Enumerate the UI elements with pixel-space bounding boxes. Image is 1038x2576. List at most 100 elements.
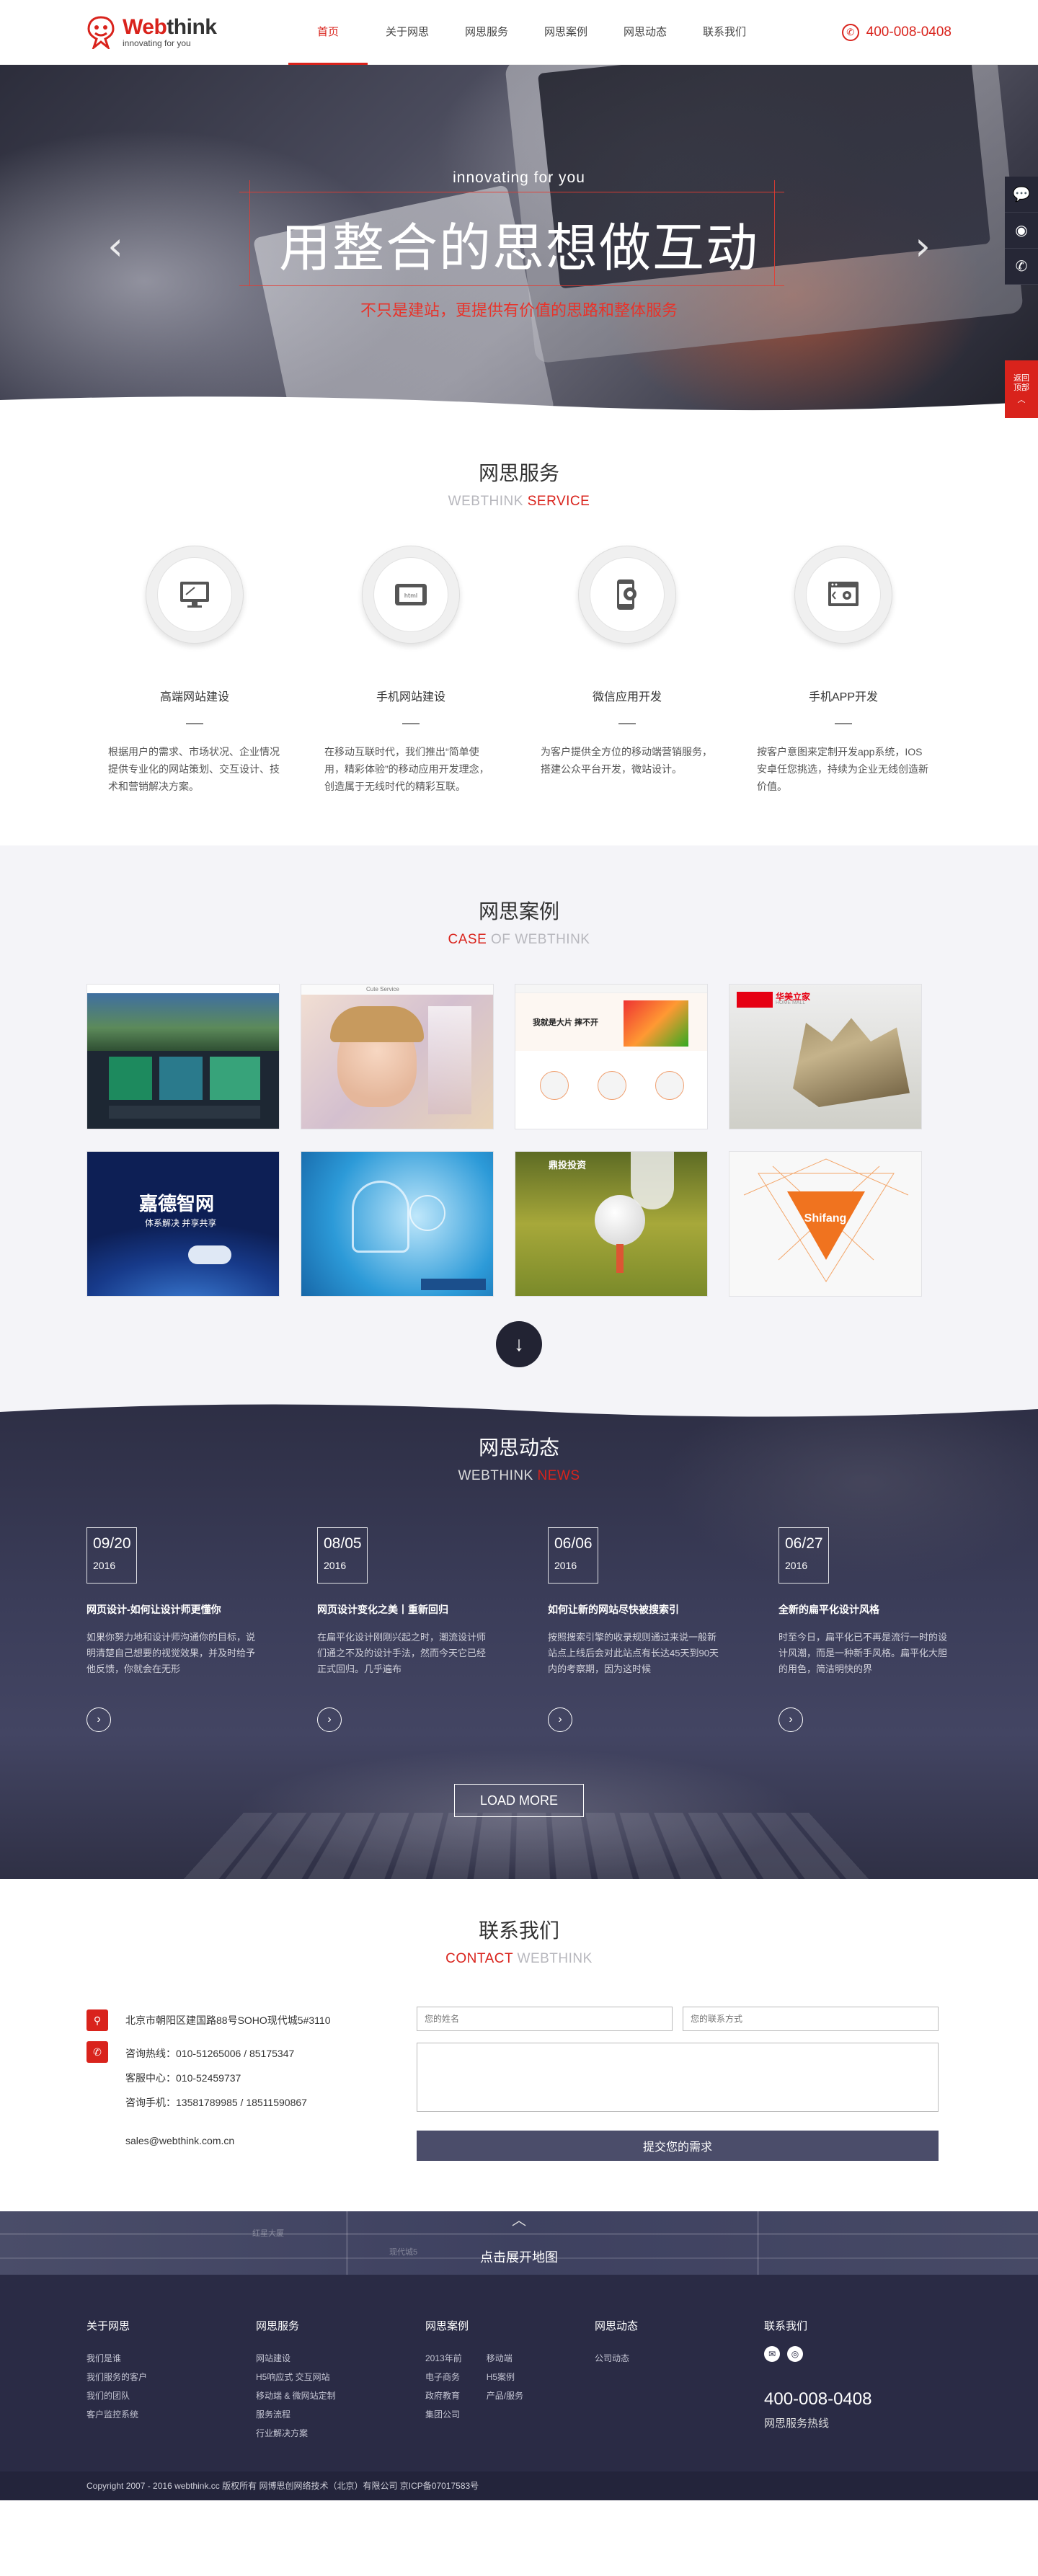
- service-item[interactable]: 微信应用开发 为客户提供全方位的移动端营销服务，搭建公众平台开发，微站设计。: [541, 546, 714, 795]
- footer-link[interactable]: 集团公司: [425, 2405, 462, 2424]
- map-strip[interactable]: 红星大厦 现代城5 ︿ 点击展开地图: [0, 2211, 1038, 2275]
- news-item[interactable]: 06/06 2016 如何让新的网站尽快被搜索引 按照搜索引擎的收录规则通过来说一…: [548, 1527, 721, 1732]
- phone-icon: ✆: [841, 24, 859, 41]
- service-item[interactable]: 高端网站建设 根据用户的需求、市场状况、企业情况提供专业化的网站策划、交互设计、…: [108, 546, 281, 795]
- footer-link[interactable]: 2013年前: [425, 2349, 462, 2368]
- case-thumbnail[interactable]: [86, 984, 280, 1129]
- news-item[interactable]: 09/20 2016 网页设计-如何让设计师更懂你 如果你努力地和设计师沟通你的目…: [86, 1527, 260, 1732]
- logo[interactable]: Webthink innovating for you: [86, 16, 288, 51]
- news-headline[interactable]: 全新的扁平化设计风格: [778, 1602, 952, 1617]
- footer-col-cases: 网思案例 2013年前 电子商务 政府教育 集团公司 移动端 H5案例 产品/服…: [425, 2318, 595, 2443]
- case-thumbnail[interactable]: [301, 1151, 494, 1297]
- news-item[interactable]: 08/05 2016 网页设计变化之美丨重新回归 在扁平化设计刚刚兴起之时，潮流设…: [317, 1527, 490, 1732]
- footer-col-news: 网思动态 公司动态: [595, 2318, 764, 2443]
- service-name: 微信应用开发: [592, 691, 662, 703]
- requirement-textarea[interactable]: [417, 2043, 939, 2112]
- back-to-top-button[interactable]: 返回顶部 ︿: [1005, 360, 1038, 418]
- news-summary: 在扁平化设计刚刚兴起之时，潮流设计师们通之不及的设计手法，然而今天它已经正式回归…: [317, 1632, 487, 1674]
- contact-method-input[interactable]: [683, 2007, 939, 2031]
- service-desc: 按客户意图来定制开发app系统，IOS 安卓任您挑选，持续为企业无线创造新价值。: [757, 746, 928, 792]
- nav-about[interactable]: 关于网思: [368, 0, 447, 65]
- news-arrow-icon[interactable]: ›: [548, 1707, 572, 1732]
- nav-cases[interactable]: 网思案例: [526, 0, 606, 65]
- news-headline[interactable]: 网页设计-如何让设计师更懂你: [86, 1602, 260, 1617]
- footer-col-contact: 联系我们 ✉ ◎ 400-008-0408 网思服务热线: [764, 2318, 933, 2443]
- wechat-icon[interactable]: ✉: [764, 2346, 780, 2362]
- case-thumbnail[interactable]: 嘉德智网 体系解决 并享共享: [86, 1151, 280, 1297]
- news-arrow-icon[interactable]: ›: [86, 1707, 111, 1732]
- weibo-icon[interactable]: ◎: [787, 2346, 803, 2362]
- case-thumbnail[interactable]: Shifang: [729, 1151, 922, 1297]
- online-chat-icon[interactable]: 💬: [1005, 177, 1038, 213]
- location-pin-icon: ⚲: [86, 2009, 108, 2031]
- submit-button[interactable]: 提交您的需求: [417, 2131, 939, 2161]
- news-item[interactable]: 06/27 2016 全新的扁平化设计风格 时至今日，扁平化已不再是流行一时的设计…: [778, 1527, 952, 1732]
- side-phone-icon[interactable]: ✆: [1005, 249, 1038, 285]
- footer-link[interactable]: 电子商务: [425, 2368, 462, 2386]
- case-thumbnail[interactable]: 我就是大片 摔不开: [515, 984, 708, 1129]
- services-section: 网思服务 WEBTHINK SERVICE 高端网站建设 根据用户的需求、市场状…: [0, 422, 1038, 845]
- nav-contact[interactable]: 联系我们: [685, 0, 764, 65]
- case-thumbnail[interactable]: 鼎投投资: [515, 1151, 708, 1297]
- service-item[interactable]: 手机APP开发 按客户意图来定制开发app系统，IOS 安卓任您挑选，持续为企业…: [757, 546, 930, 795]
- news-arrow-icon[interactable]: ›: [778, 1707, 803, 1732]
- contact-phone-line: 咨询手机：13581789985 / 18511590867: [125, 2097, 307, 2108]
- news-summary: 时至今日，扁平化已不再是流行一时的设计风潮，而是一种新手风格。扁平化大胆的用色，…: [778, 1632, 948, 1674]
- footer-link[interactable]: H5案例: [487, 2368, 523, 2386]
- footer-link[interactable]: 我们是谁: [86, 2349, 147, 2368]
- case-label: 体系解决 并享共享: [145, 1218, 217, 1228]
- footer-col-about: 关于网思 我们是谁 我们服务的客户 我们的团队 客户监控系统: [86, 2318, 256, 2443]
- case-label: 我就是大片 摔不开: [533, 1018, 599, 1027]
- hero-prev-arrow-icon[interactable]: ‹: [101, 225, 130, 268]
- news-arrow-icon[interactable]: ›: [317, 1707, 342, 1732]
- contact-email[interactable]: sales@webthink.com.cn: [125, 2135, 404, 2146]
- nav-service[interactable]: 网思服务: [447, 0, 526, 65]
- service-desc: 根据用户的需求、市场状况、企业情况提供专业化的网站策划、交互设计、技术和营销解决…: [108, 746, 280, 792]
- contact-subtitle: CONTACT WEBTHINK: [445, 1951, 593, 1966]
- case-label: Cute Service: [366, 986, 399, 992]
- contact-phone-line: 咨询热线：010-51265006 / 85175347: [125, 2048, 295, 2059]
- case-label: HOME MALL: [776, 1000, 806, 1005]
- news-title: 网思动态: [478, 1436, 559, 1459]
- footer-link[interactable]: 政府教育: [425, 2386, 462, 2405]
- footer-link[interactable]: 移动端 & 微网站定制: [256, 2386, 336, 2405]
- footer-link[interactable]: 网站建设: [256, 2349, 336, 2368]
- nav-home[interactable]: 首页: [288, 0, 368, 65]
- site-footer: 关于网思 我们是谁 我们服务的客户 我们的团队 客户监控系统 网思服务 网站建设…: [0, 2275, 1038, 2471]
- footer-link[interactable]: 服务流程: [256, 2405, 336, 2424]
- app-window-icon: [806, 557, 881, 632]
- site-header: Webthink innovating for you 首页 关于网思 网思服务…: [0, 0, 1038, 65]
- news-headline[interactable]: 网页设计变化之美丨重新回归: [317, 1602, 490, 1617]
- hero-subtitle: 不只是建站，更提供有价值的思路和整体服务: [360, 301, 678, 319]
- nav-news[interactable]: 网思动态: [606, 0, 685, 65]
- footer-link[interactable]: 公司动态: [595, 2349, 629, 2368]
- footer-col-title: 网思服务: [256, 2320, 300, 2332]
- hero-next-arrow-icon[interactable]: ›: [908, 225, 937, 268]
- name-input[interactable]: [417, 2007, 673, 2031]
- case-thumbnail[interactable]: Cute Service: [301, 984, 494, 1129]
- copyright-text: Copyright 2007 - 2016 webthink.cc 版权所有 网…: [86, 2481, 479, 2491]
- footer-col-service: 网思服务 网站建设 H5响应式 交互网站 移动端 & 微网站定制 服务流程 行业…: [256, 2318, 425, 2443]
- arrow-up-icon: ︿: [1017, 395, 1026, 404]
- case-label: 鼎投投资: [549, 1160, 587, 1171]
- footer-link[interactable]: 我们服务的客户: [86, 2368, 147, 2386]
- cases-section: 网思案例 CASE OF WEBTHINK Cute Service 我就是大片…: [0, 845, 1038, 1396]
- footer-link[interactable]: 移动端: [487, 2349, 523, 2368]
- footer-link[interactable]: H5响应式 交互网站: [256, 2368, 336, 2386]
- footer-col-title: 关于网思: [86, 2320, 130, 2332]
- news-headline[interactable]: 如何让新的网站尽快被搜索引: [548, 1602, 721, 1617]
- footer-link[interactable]: 行业解决方案: [256, 2424, 336, 2443]
- cases-more-arrow-icon[interactable]: ↓: [496, 1321, 542, 1367]
- service-item[interactable]: html 手机网站建设 在移动互联时代，我们推出“简单使用，精彩体验”的移动应用…: [324, 546, 497, 795]
- contact-address: 北京市朝阳区建国路88号SOHO现代城5#3110: [125, 2015, 331, 2026]
- service-name: 手机网站建设: [376, 691, 445, 703]
- qq-icon[interactable]: ◉: [1005, 213, 1038, 249]
- load-more-button[interactable]: LOAD MORE: [454, 1784, 584, 1817]
- case-thumbnail[interactable]: 华美立家 HOME MALL: [729, 984, 922, 1129]
- footer-link[interactable]: 我们的团队: [86, 2386, 147, 2405]
- footer-link[interactable]: 客户监控系统: [86, 2405, 147, 2424]
- news-date-box: 06/27 2016: [778, 1527, 829, 1584]
- footer-link[interactable]: 产品/服务: [487, 2386, 523, 2405]
- expand-map-toggle[interactable]: ︿ 点击展开地图: [0, 2211, 1038, 2266]
- cases-subtitle: CASE OF WEBTHINK: [448, 932, 590, 947]
